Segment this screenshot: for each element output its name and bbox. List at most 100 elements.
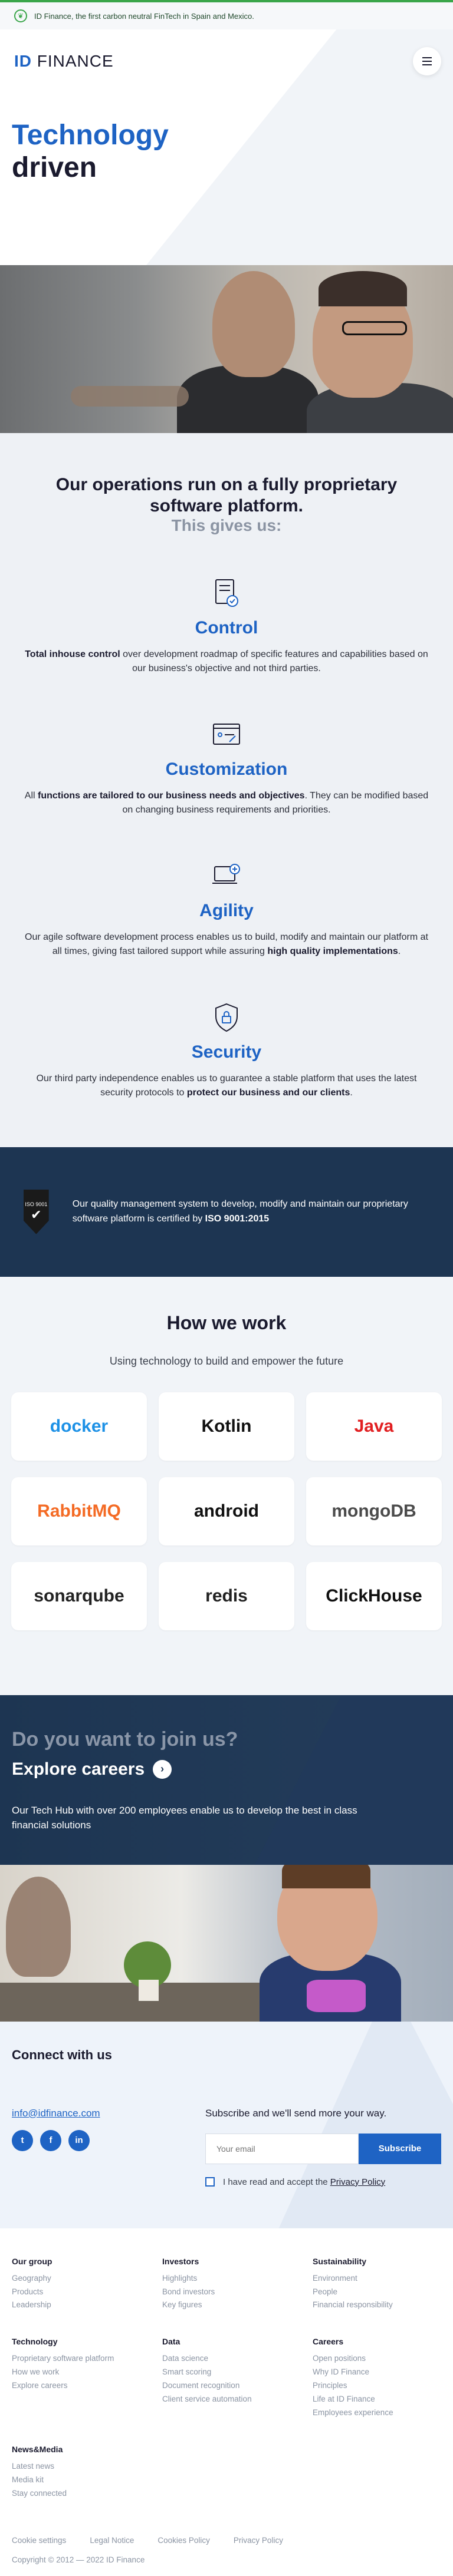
- subscribe-button[interactable]: Subscribe: [359, 2133, 441, 2164]
- footer-legal-link[interactable]: Cookie settings: [12, 2536, 66, 2545]
- section-subheading: Using technology to build and empower th…: [109, 1355, 344, 1367]
- footer-link[interactable]: People: [313, 2286, 441, 2299]
- privacy-checkbox[interactable]: [205, 2177, 215, 2187]
- contact-email-link[interactable]: info@idfinance.com: [12, 2108, 100, 2119]
- menu-button[interactable]: [413, 47, 441, 75]
- twitter-icon[interactable]: t: [12, 2129, 33, 2151]
- privacy-consent-text: I have read and accept the Privacy Polic…: [223, 2177, 386, 2187]
- footer-link[interactable]: Media kit: [12, 2473, 162, 2487]
- footer-column-title: News&Media: [12, 2445, 63, 2455]
- footer-link[interactable]: Life at ID Finance: [313, 2393, 441, 2406]
- footer-link[interactable]: Leadership: [12, 2298, 162, 2312]
- footer-column: Sustainability Environment People Financial…: [313, 2257, 441, 2313]
- footer-link[interactable]: Employees experience: [313, 2406, 441, 2420]
- footer-link[interactable]: Products: [12, 2286, 162, 2299]
- footer-column-title: Sustainability: [313, 2256, 367, 2266]
- feature-agility: Agility Our agile software development p…: [18, 860, 435, 959]
- tech-logo-tile: redis: [159, 1561, 294, 1630]
- tech-logo-tile: RabbitMQ: [11, 1477, 147, 1545]
- footer-link[interactable]: Highlights: [162, 2272, 313, 2286]
- connect-heading: Connect with us: [12, 2047, 112, 2062]
- footer-link[interactable]: Environment: [313, 2272, 441, 2286]
- footer-legal-link[interactable]: Cookies Policy: [157, 2536, 210, 2545]
- connect-section: Connect with us info@idfinance.com t f i…: [0, 2021, 453, 2228]
- leaf-icon: ❦: [14, 9, 27, 22]
- linkedin-icon[interactable]: in: [68, 2129, 90, 2151]
- tech-name: mongoDB: [331, 1501, 416, 1521]
- facebook-icon[interactable]: f: [40, 2129, 61, 2151]
- tech-logo-tile: android: [159, 1477, 294, 1545]
- footer-link[interactable]: How we work: [12, 2366, 162, 2379]
- footer-links: Our group Geography Products Leadership Inve…: [12, 2257, 441, 2501]
- iso-badge-icon: ISO 9001 ✔: [24, 1189, 49, 1234]
- privacy-policy-link[interactable]: Privacy Policy: [330, 2177, 385, 2187]
- tech-name: android: [194, 1501, 259, 1521]
- footer-column-title: Our group: [12, 2256, 52, 2266]
- announcement-bar: ❦ ID Finance, the first carbon neutral F…: [0, 0, 453, 29]
- footer-link[interactable]: Stay connected: [12, 2487, 162, 2501]
- feature-text: Our agile software development process e…: [25, 932, 428, 956]
- footer-link[interactable]: Client service automation: [162, 2393, 313, 2406]
- careers-banner: Do you want to join us? Explore careers …: [0, 1695, 453, 1865]
- footer-link[interactable]: Latest news: [12, 2460, 162, 2473]
- footer-column: Investors Highlights Bond investors Key fig…: [162, 2257, 313, 2313]
- footer-column: Technology Proprietary software platform H…: [12, 2337, 162, 2420]
- iso-text: Our quality management system to develop…: [72, 1198, 408, 1224]
- footer-column-title: Data: [162, 2337, 180, 2347]
- footer-column: Careers Open positions Why ID Finance Princ…: [313, 2337, 441, 2420]
- arrow-right-icon: ›: [153, 1759, 172, 1779]
- feature-title: Control: [195, 617, 258, 638]
- footer-link[interactable]: Why ID Finance: [313, 2366, 441, 2379]
- footer-column: Data Data science Smart scoring Document re…: [162, 2337, 313, 2420]
- footer-legal-link[interactable]: Legal Notice: [90, 2536, 134, 2545]
- section-heading: How we work: [166, 1312, 287, 1333]
- feature-title: Customization: [165, 759, 288, 779]
- tech-name: ClickHouse: [326, 1586, 422, 1606]
- footer-column: Our group Geography Products Leadership: [12, 2257, 162, 2313]
- tech-name: RabbitMQ: [37, 1501, 121, 1521]
- footer-link[interactable]: Explore careers: [12, 2379, 162, 2393]
- footer-link[interactable]: Smart scoring: [162, 2366, 313, 2379]
- newsletter-email-input[interactable]: [205, 2133, 359, 2164]
- footer-link[interactable]: Geography: [12, 2272, 162, 2286]
- footer-column-title: Careers: [313, 2337, 344, 2347]
- section-heading: Our operations run on a fully proprietar…: [55, 475, 398, 516]
- feature-text: Total inhouse control over development r…: [25, 649, 428, 673]
- tech-name: sonarqube: [34, 1586, 124, 1606]
- tech-logo-tile: docker: [11, 1392, 147, 1461]
- footer-column-title: Technology: [12, 2337, 58, 2347]
- feature-text: All functions are tailored to our busine…: [24, 790, 429, 815]
- tech-name: docker: [50, 1416, 109, 1436]
- header-decoration: [146, 29, 453, 265]
- settings-panel-icon: [210, 718, 243, 751]
- footer-column-title: Investors: [162, 2256, 199, 2266]
- footer-link[interactable]: Bond investors: [162, 2286, 313, 2299]
- careers-text: Our Tech Hub with over 200 employees ena…: [12, 1804, 357, 1831]
- tech-logo-tile: sonarqube: [11, 1561, 147, 1630]
- tech-name: Java: [354, 1416, 394, 1436]
- feature-customization: Customization All functions are tailored…: [18, 718, 435, 817]
- footer-link[interactable]: Key figures: [162, 2298, 313, 2312]
- explore-careers-link[interactable]: Explore careers ›: [12, 1759, 441, 1779]
- team-photo: [0, 265, 453, 433]
- feature-title: Agility: [199, 900, 254, 920]
- footer-legal-link[interactable]: Privacy Policy: [234, 2536, 283, 2545]
- feature-text: Our third party independence enables us …: [36, 1073, 417, 1098]
- logo[interactable]: ID FINANCE: [14, 52, 114, 71]
- tech-logo-tile: mongoDB: [306, 1477, 442, 1545]
- how-we-work-section: How we work Using technology to build an…: [0, 1276, 453, 1695]
- footer-link[interactable]: Proprietary software platform: [12, 2352, 162, 2366]
- copyright: Copyright © 2012 — 2022 ID Finance: [12, 2555, 145, 2564]
- site-footer: Our group Geography Products Leadership Inve…: [0, 2228, 453, 2576]
- footer-link[interactable]: Principles: [313, 2379, 441, 2393]
- announcement-text: ID Finance, the first carbon neutral Fin…: [34, 11, 254, 21]
- page-title: Technology driven: [12, 120, 169, 184]
- document-check-icon: [210, 577, 243, 610]
- section-subheading: This gives us:: [171, 516, 282, 534]
- footer-link[interactable]: Financial responsibility: [313, 2298, 441, 2312]
- footer-link[interactable]: Data science: [162, 2352, 313, 2366]
- footer-link[interactable]: Document recognition: [162, 2379, 313, 2393]
- tech-logo-tile: ClickHouse: [306, 1561, 442, 1630]
- newsletter-lead: Subscribe and we'll send more your way.: [205, 2107, 387, 2119]
- footer-link[interactable]: Open positions: [313, 2352, 441, 2366]
